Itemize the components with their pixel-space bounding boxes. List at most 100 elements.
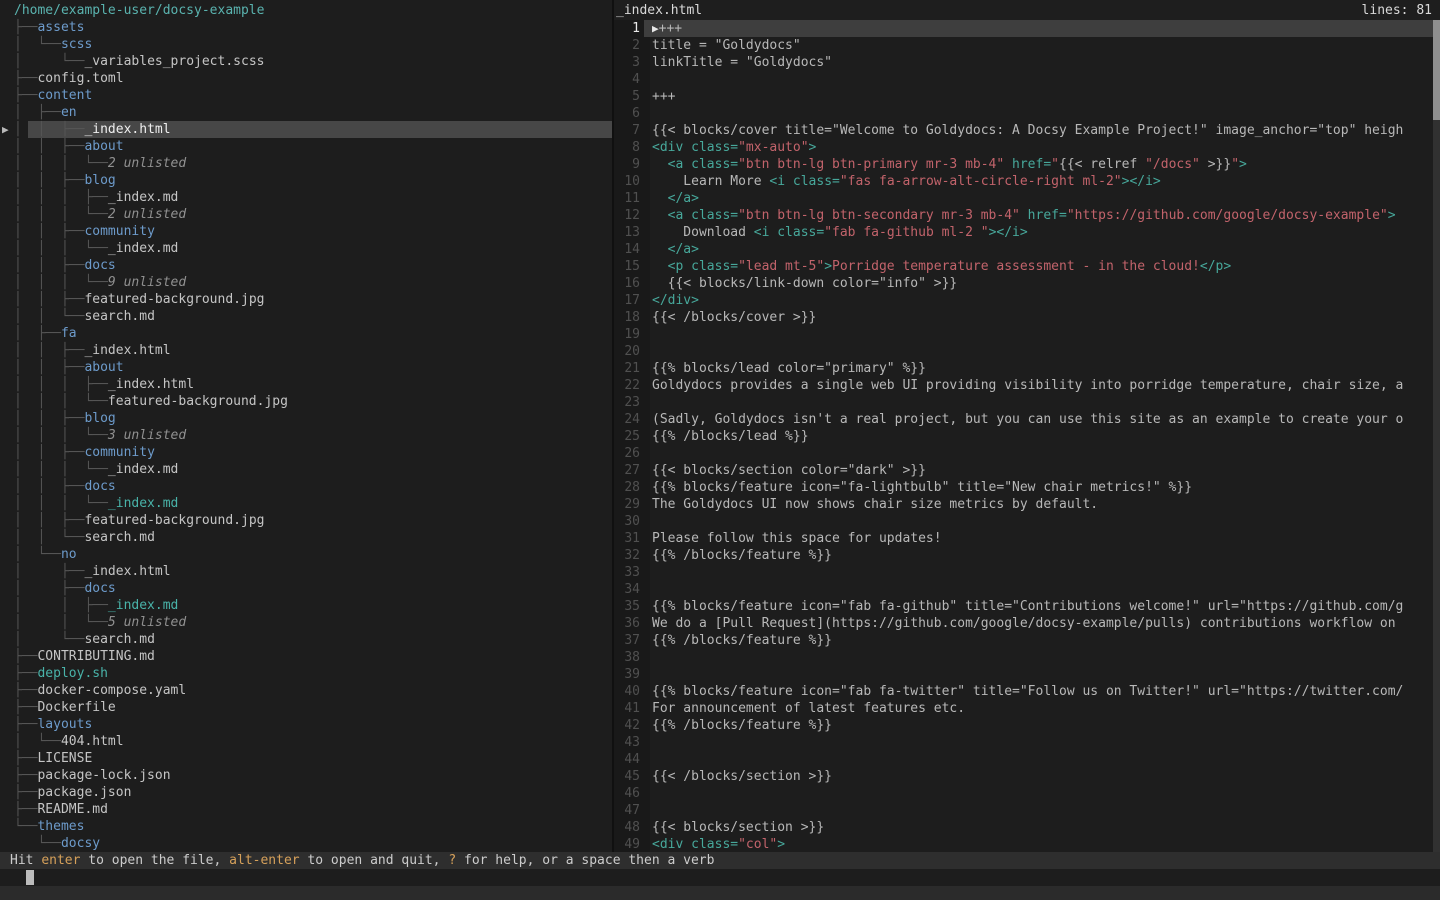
tree-row[interactable]: │ └──_variables_project.scss [0,53,612,70]
line-number: 49 [614,836,640,852]
tree-row[interactable]: ├──package.json [0,784,612,801]
line-number: 48 [614,819,640,836]
tree-row[interactable]: │ │ └──5 unlisted [0,614,612,631]
tree-row[interactable]: ├──CONTRIBUTING.md [0,648,612,665]
tree-row[interactable]: │ │ ├──featured-background.jpg [0,291,612,308]
tree-row[interactable]: ├──content [0,87,612,104]
file-tree-panel: /home/example-user/docsy-example├──asset… [0,0,612,852]
line-number: 33 [614,564,640,581]
tree-row[interactable]: │ │ ├──_index.html [0,342,612,359]
entry-name: 3 unlisted [108,428,186,443]
tree-row[interactable]: │ │ └──search.md [0,529,612,546]
tree-row[interactable]: │ │ ├──community [0,444,612,461]
tree-row[interactable]: │ └──scss [0,36,612,53]
tree-branch-lines: │ │ ├── [14,173,84,188]
tree-branch-lines: │ │ ├── [14,292,84,307]
entry-name: LICENSE [37,751,92,766]
tree-row[interactable]: └──themes [0,818,612,835]
code-line: 44 [614,751,1440,768]
tree-branch-lines: │ │ ├── [14,411,84,426]
tree-row[interactable]: │ │ │ └──_index.md [0,240,612,257]
tree-row[interactable]: ├──layouts [0,716,612,733]
tree-row[interactable]: │ └──no [0,546,612,563]
tree-row[interactable]: ├──LICENSE [0,750,612,767]
tree-row[interactable]: ├──package-lock.json [0,767,612,784]
code-line: 17</div> [614,292,1440,309]
tree-row[interactable]: │ │ ├──featured-background.jpg [0,512,612,529]
tree-row[interactable]: ├──Dockerfile [0,699,612,716]
tree-row[interactable]: │ ├──en [0,104,612,121]
tree-row[interactable]: ├──config.toml [0,70,612,87]
command-input-line[interactable]: :e h:n gi:y [0,869,1440,886]
line-number: 22 [614,377,640,394]
entry-name: docsy [61,836,100,851]
entry-name: 2 unlisted [108,156,186,171]
line-number: 26 [614,445,640,462]
tree-branch-lines: │ │ ├── [14,513,84,528]
scrollbar-thumb[interactable] [1433,20,1440,120]
tree-row[interactable]: │ │ ├──community [0,223,612,240]
tree-row[interactable]: ▶│ │ ├──_index.html [0,121,612,138]
tree-row[interactable]: │ ├──docs [0,580,612,597]
tree-row[interactable]: │ │ │ └──2 unlisted [0,206,612,223]
line-content: {{< /blocks/section >}} [652,768,832,785]
entry-name: Dockerfile [37,700,115,715]
tree-root-path[interactable]: /home/example-user/docsy-example [0,2,612,19]
entry-name: about [84,139,123,154]
tree-row[interactable]: │ │ ├──about [0,359,612,376]
code-line: 49 <div class="col"> [614,836,1440,852]
tree-row[interactable]: │ │ ├──docs [0,257,612,274]
tree-row[interactable]: │ └──search.md [0,631,612,648]
tree-row[interactable]: ├──deploy.sh [0,665,612,682]
tree-row[interactable]: │ │ └──search.md [0,308,612,325]
tree-branch-lines: ├── [14,666,37,681]
code-line: 39 [614,666,1440,683]
entry-name: package-lock.json [37,768,170,783]
tree-row[interactable]: │ │ │ └──_index.md [0,461,612,478]
tree-row[interactable]: │ │ ├──docs [0,478,612,495]
status-key-hint: ? [448,853,456,868]
text-cursor [26,870,34,885]
entry-name: _index.md [108,598,178,613]
entry-name: package.json [37,785,131,800]
code-line: 18{{< /blocks/cover >}} [614,309,1440,326]
tree-branch-lines: │ └── [14,547,61,562]
code-line: 29The Goldydocs UI now shows chair size … [614,496,1440,513]
tree-branch-lines: ├── [14,717,37,732]
tree-row[interactable]: │ │ ├──about [0,138,612,155]
tree-row[interactable]: │ └──404.html [0,733,612,750]
tree-row[interactable]: │ │ ├──_index.md [0,597,612,614]
tree-row[interactable]: │ │ ├──blog [0,172,612,189]
tree-row[interactable]: ├──assets [0,19,612,36]
tree-row[interactable]: │ │ │ └──3 unlisted [0,427,612,444]
code-line: 5+++ [614,88,1440,105]
line-content: <div class="col"> [652,836,785,852]
line-number: 44 [614,751,640,768]
entry-name: assets [37,20,84,35]
tree-row[interactable]: │ │ │ └──2 unlisted [0,155,612,172]
line-content: {{% /blocks/feature %}} [652,547,832,564]
tree-row[interactable]: │ │ │ ├──_index.md [0,189,612,206]
tree-row[interactable]: │ │ ├──blog [0,410,612,427]
tree-row[interactable]: │ │ │ └──_index.md [0,495,612,512]
tree-branch-lines: │ │ └── [14,530,84,545]
code-line: 45{{< /blocks/section >}} [614,768,1440,785]
tree-row[interactable]: │ ├──fa [0,325,612,342]
tree-row[interactable]: │ │ │ ├──_index.html [0,376,612,393]
entry-name: _index.md [108,190,178,205]
line-content: {{< blocks/link-down color="info" >}} [652,275,957,292]
preview-scrollbar[interactable] [1433,20,1440,852]
entry-name: featured-background.jpg [108,394,288,409]
line-number: 17 [614,292,640,309]
line-number: 40 [614,683,640,700]
tree-row[interactable]: │ ├──_index.html [0,563,612,580]
line-content: For announcement of latest features etc. [652,700,965,717]
tree-row[interactable]: ├──README.md [0,801,612,818]
tree-row[interactable]: └──docsy [0,835,612,852]
line-number: 36 [614,615,640,632]
entry-name: no [61,547,77,562]
tree-branch-lines: │ │ │ └── [14,394,108,409]
tree-row[interactable]: │ │ │ └──featured-background.jpg [0,393,612,410]
tree-row[interactable]: ├──docker-compose.yaml [0,682,612,699]
tree-row[interactable]: │ │ │ └──9 unlisted [0,274,612,291]
